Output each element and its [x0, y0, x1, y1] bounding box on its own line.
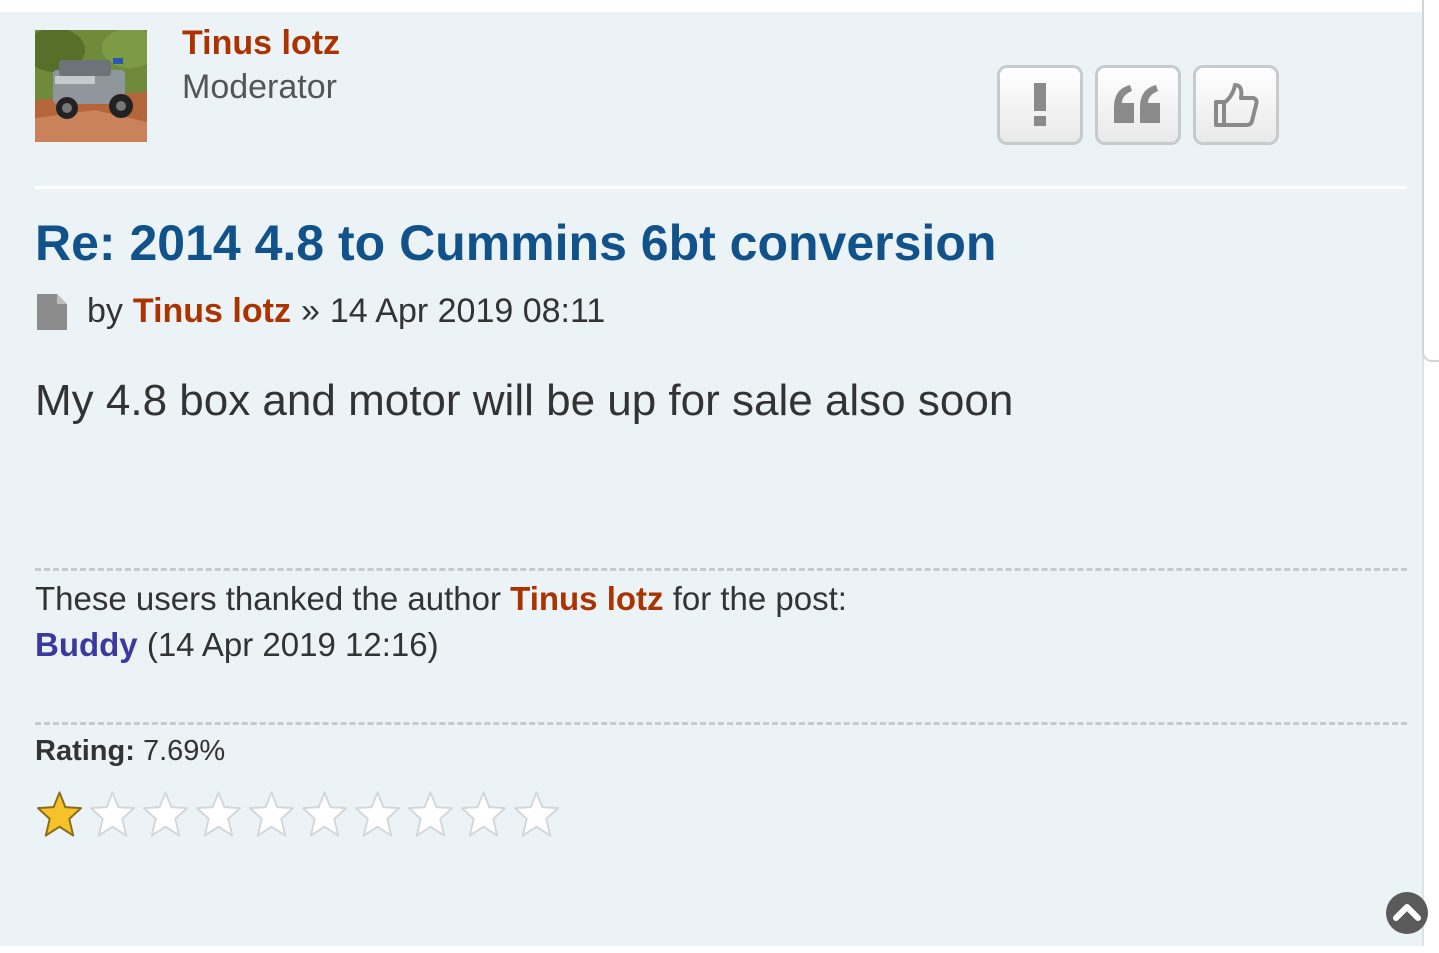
- star-filled-icon[interactable]: [35, 788, 84, 840]
- rating-value: 7.69%: [142, 735, 226, 767]
- report-button[interactable]: [997, 65, 1083, 145]
- meta-by-label: by: [87, 292, 123, 330]
- star-empty-icon[interactable]: [459, 788, 508, 840]
- star-empty-icon[interactable]: [406, 788, 455, 840]
- meta-separator: »: [300, 292, 320, 330]
- thanked-user-date: (14 Apr 2019 12:16): [146, 626, 439, 663]
- report-icon: [1034, 83, 1046, 126]
- meta-author-link[interactable]: Tinus lotz: [133, 292, 291, 331]
- star-empty-icon[interactable]: [353, 788, 402, 840]
- rating-divider: [35, 722, 1407, 725]
- rating-stars: [35, 788, 561, 840]
- thanks-button[interactable]: [1193, 65, 1279, 145]
- post-content: My 4.8 box and motor will be up for sale…: [35, 376, 1014, 425]
- author-rank: Moderator: [182, 68, 337, 106]
- quote-button[interactable]: [1095, 65, 1181, 145]
- back-to-top-button[interactable]: [1385, 891, 1429, 940]
- thumbs-up-icon: [1214, 83, 1259, 127]
- star-empty-icon[interactable]: [141, 788, 190, 840]
- author-username[interactable]: Tinus lotz: [182, 24, 340, 63]
- header-divider: [35, 186, 1407, 189]
- author-avatar[interactable]: [35, 30, 147, 142]
- thanks-divider: [35, 568, 1407, 571]
- thanked-user-entry: Buddy (14 Apr 2019 12:16): [35, 626, 439, 664]
- thanks-line: These users thanked the author Tinus lot…: [35, 580, 847, 618]
- thanks-text-after: for the post:: [672, 580, 847, 617]
- meta-date: 14 Apr 2019 08:11: [329, 292, 606, 330]
- star-empty-icon[interactable]: [88, 788, 137, 840]
- page-edge-frame: [1422, 0, 1439, 362]
- post-container: Tinus lotz Moderator Re: 2014 4.8 to Cum…: [0, 12, 1428, 946]
- quote-icon: [1114, 85, 1160, 123]
- chevron-up-icon: [1386, 892, 1428, 934]
- post-title[interactable]: Re: 2014 4.8 to Cummins 6bt conversion: [35, 214, 996, 272]
- post-file-icon[interactable]: [35, 293, 69, 330]
- star-empty-icon[interactable]: [300, 788, 349, 840]
- post-meta: by Tinus lotz » 14 Apr 2019 08:11: [35, 292, 605, 331]
- rating-label: Rating:: [35, 735, 135, 767]
- rating-line: Rating: 7.69%: [35, 735, 225, 768]
- star-empty-icon[interactable]: [512, 788, 561, 840]
- post-action-buttons: [997, 65, 1279, 145]
- thanks-author-link[interactable]: Tinus lotz: [510, 580, 663, 617]
- thanks-text-before: These users thanked the author: [35, 580, 501, 617]
- star-empty-icon[interactable]: [194, 788, 243, 840]
- star-empty-icon[interactable]: [247, 788, 296, 840]
- thanked-user-link[interactable]: Buddy: [35, 626, 138, 663]
